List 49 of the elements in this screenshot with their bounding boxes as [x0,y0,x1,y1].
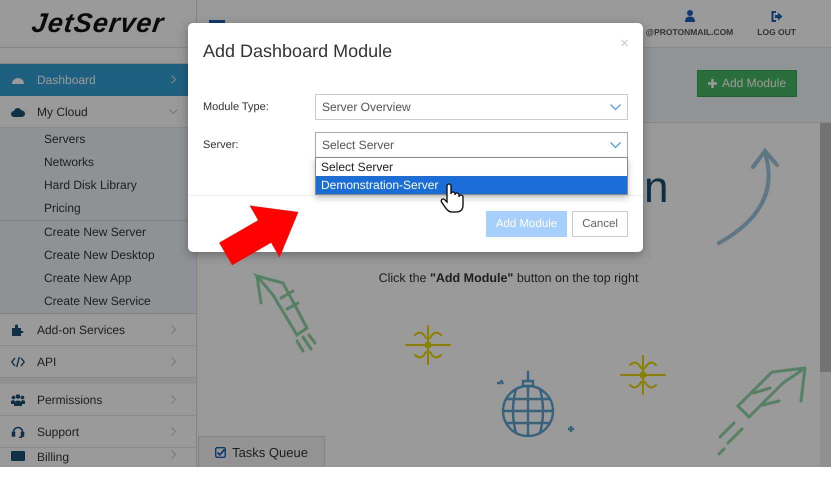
tasks-queue-tab[interactable]: Tasks Queue [198,436,325,467]
logout-link[interactable]: LOG OUT [757,26,796,36]
user-icon [684,10,695,22]
field-label: Module Type: [203,100,270,115]
chevron-right-icon [169,325,178,334]
chevron-right-icon [169,357,178,366]
field-label: Server: [203,138,240,153]
logout-icon [770,10,783,22]
scrollbar-thumb[interactable] [820,123,831,372]
sidebar-item[interactable]: Permissions [0,384,196,416]
dropdown-option[interactable]: Demonstration-Server [316,176,627,194]
scrollbar[interactable] [820,123,831,467]
hint-text: Click the "Add Module" button on the top right [378,271,640,285]
chevron-down-icon [169,107,178,116]
card-icon [11,450,25,462]
menu-toggle-icon[interactable] [209,20,225,23]
users-icon [11,394,25,406]
disco-ball-icon [496,370,576,438]
plus-icon [708,78,717,88]
select-field[interactable]: Server Overview [315,94,628,120]
code-icon [11,356,25,368]
user-email[interactable]: @PROTONMAIL.COM [646,27,734,37]
dialog-title: Add Dashboard Module [203,40,392,62]
headset-icon [11,426,25,438]
checkbox-icon [215,446,226,458]
rocket-icon [718,366,806,456]
logo[interactable]: JetServer [30,8,166,39]
sidebar-item[interactable]: Support [0,416,196,448]
cloud-icon [11,106,25,118]
chevron-down-icon [610,104,621,110]
sidebar-item[interactable]: Billing [0,448,196,467]
chevron-right-icon [169,395,178,404]
firework-icon [405,325,451,365]
dropdown-option[interactable]: Select Server [316,158,627,176]
submenu-item[interactable]: Create New Service [0,290,196,313]
curved-arrow-icon [717,148,779,245]
puzzle-icon [11,324,25,336]
arrow-icon [219,206,298,266]
submenu-item[interactable]: Create New App [0,267,196,290]
chevron-right-icon [169,75,178,84]
sidebar-item[interactable]: API [0,346,196,378]
chevron-down-icon [610,142,621,148]
sidebar-item[interactable]: Add-on Services [0,314,196,346]
chevron-right-icon [169,450,178,459]
cancel-button[interactable]: Cancel [572,211,628,237]
chevron-right-icon [169,427,178,436]
heading-fragment: n [644,163,670,213]
firework-icon [620,355,666,395]
rocket-icon [252,273,316,352]
